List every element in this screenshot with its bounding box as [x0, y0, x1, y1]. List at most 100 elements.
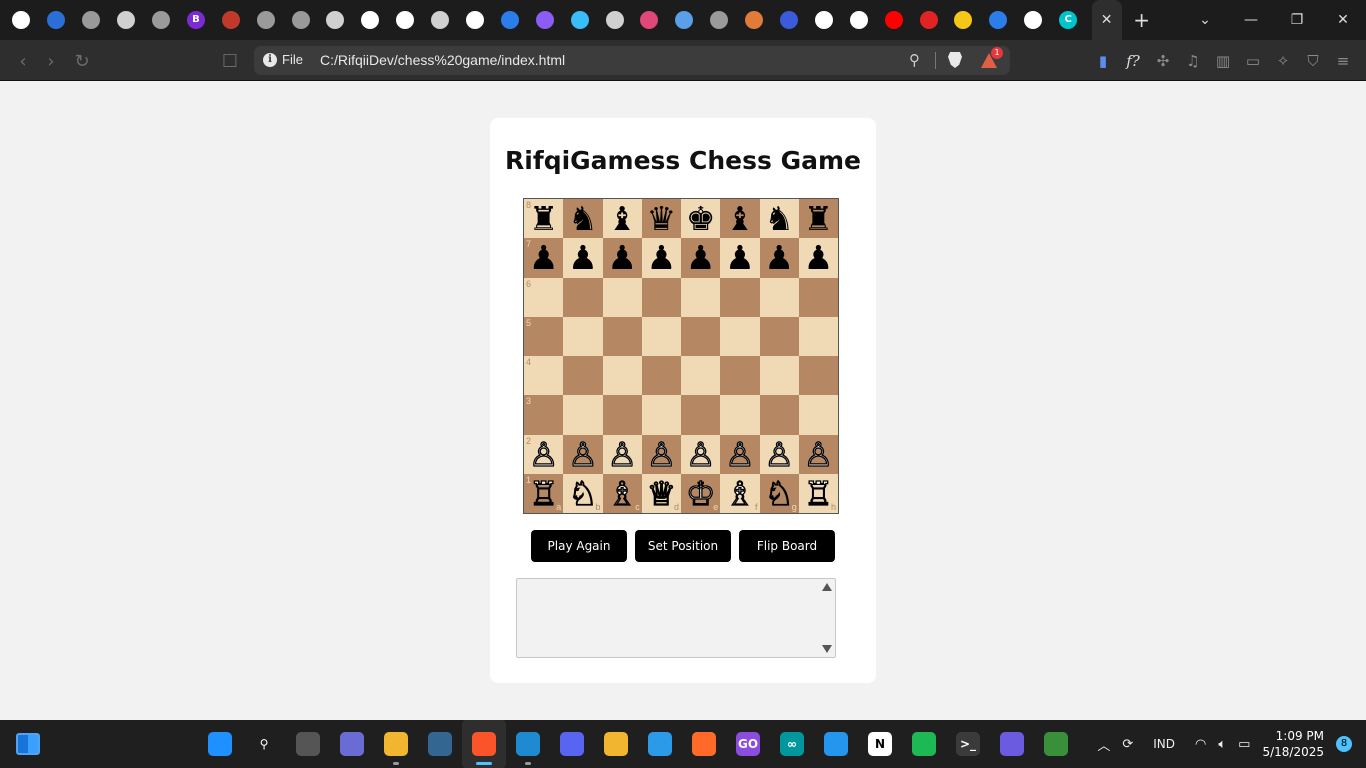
board-square[interactable]: [602, 356, 642, 396]
chess-piece[interactable]: ♟: [647, 241, 677, 274]
chess-piece[interactable]: ♙: [764, 437, 795, 471]
taskbar-app-app-green[interactable]: [1034, 720, 1078, 768]
chess-piece[interactable]: ♔: [685, 476, 716, 510]
board-square[interactable]: [681, 316, 721, 356]
board-square[interactable]: ♞: [563, 199, 603, 239]
board-square[interactable]: ♙: [798, 434, 838, 474]
board-square[interactable]: ♙: [759, 434, 799, 474]
tab[interactable]: [737, 0, 772, 40]
chess-piece[interactable]: ♛: [647, 202, 677, 235]
board-square[interactable]: ♙: [602, 434, 642, 474]
board-square[interactable]: 5: [524, 316, 564, 356]
volume-icon[interactable]: 🔈︎: [1212, 737, 1232, 752]
board-square[interactable]: ♟: [681, 238, 721, 278]
board-square[interactable]: 1 a ♖: [524, 473, 564, 513]
close-window-button[interactable]: ✕: [1320, 0, 1366, 40]
wallet-icon[interactable]: ▭: [1238, 40, 1268, 81]
board-square[interactable]: 6: [524, 277, 564, 317]
tab[interactable]: [772, 0, 807, 40]
sidebar-icon[interactable]: ▥: [1208, 40, 1238, 81]
board-square[interactable]: ♟: [798, 238, 838, 278]
board-square[interactable]: [681, 395, 721, 435]
board-square[interactable]: [563, 356, 603, 396]
board-square[interactable]: [602, 395, 642, 435]
board-square[interactable]: ♟: [759, 238, 799, 278]
board-square[interactable]: [602, 316, 642, 356]
brave-shields-icon[interactable]: [948, 52, 962, 68]
chess-piece[interactable]: ♕: [646, 476, 677, 510]
tab[interactable]: [248, 0, 283, 40]
board-square[interactable]: b ♘: [563, 473, 603, 513]
taskbar-app-start[interactable]: [198, 720, 242, 768]
board-square[interactable]: [641, 356, 681, 396]
chess-piece[interactable]: ♝: [725, 202, 755, 235]
taskbar-app-notes[interactable]: [990, 720, 1034, 768]
tab[interactable]: [213, 0, 248, 40]
board-square[interactable]: g ♘: [759, 473, 799, 513]
chess-piece[interactable]: ♘: [567, 476, 598, 510]
chess-piece[interactable]: ♟: [764, 241, 794, 274]
board-square[interactable]: ♟: [720, 238, 760, 278]
chess-piece[interactable]: ♟: [529, 241, 559, 274]
tab[interactable]: [4, 0, 39, 40]
board-square[interactable]: [563, 277, 603, 317]
board-square[interactable]: [641, 395, 681, 435]
tab[interactable]: [318, 0, 353, 40]
tab[interactable]: [1016, 0, 1051, 40]
chess-piece[interactable]: ♜: [529, 202, 559, 235]
chess-piece[interactable]: ♙: [646, 437, 677, 471]
tab[interactable]: [144, 0, 179, 40]
extension-icon[interactable]: ▮: [1088, 40, 1118, 81]
tab[interactable]: [632, 0, 667, 40]
board-square[interactable]: [798, 316, 838, 356]
taskbar-app-brave[interactable]: [462, 720, 506, 768]
chess-piece[interactable]: ♘: [764, 476, 795, 510]
chess-piece[interactable]: ♟: [725, 241, 755, 274]
chess-piece[interactable]: ♟: [804, 241, 834, 274]
chess-piece[interactable]: ♗: [607, 476, 638, 510]
board-square[interactable]: h ♖: [798, 473, 838, 513]
chess-piece[interactable]: ♞: [764, 202, 794, 235]
board-square[interactable]: [720, 395, 760, 435]
tab[interactable]: [911, 0, 946, 40]
taskbar-app-file-explorer[interactable]: [374, 720, 418, 768]
formula-icon[interactable]: f?: [1118, 40, 1148, 81]
taskbar-app-docker[interactable]: [814, 720, 858, 768]
url-text[interactable]: C:/RifqiiDev/chess%20game/index.html: [320, 52, 565, 68]
taskbar-app-goland[interactable]: GO: [726, 720, 770, 768]
board-square[interactable]: [681, 356, 721, 396]
music-icon[interactable]: ♫: [1178, 40, 1208, 81]
move-history-textarea[interactable]: [516, 578, 836, 658]
tab[interactable]: [806, 0, 841, 40]
chess-piece[interactable]: ♖: [528, 476, 559, 510]
board-square[interactable]: [681, 277, 721, 317]
board-square[interactable]: ♛: [641, 199, 681, 239]
board-square[interactable]: [602, 277, 642, 317]
input-language[interactable]: IND: [1139, 737, 1189, 751]
board-square[interactable]: [720, 316, 760, 356]
board-square[interactable]: ♟: [641, 238, 681, 278]
chess-piece[interactable]: ♙: [685, 437, 716, 471]
tab[interactable]: [39, 0, 74, 40]
address-bar[interactable]: i File C:/RifqiiDev/chess%20game/index.h…: [254, 46, 1010, 75]
tab[interactable]: [388, 0, 423, 40]
chess-piece[interactable]: ♜: [804, 202, 834, 235]
board-square[interactable]: ♙: [720, 434, 760, 474]
chess-piece[interactable]: ♖: [803, 476, 834, 510]
chess-piece[interactable]: ♚: [686, 202, 716, 235]
board-square[interactable]: ♟: [602, 238, 642, 278]
board-square[interactable]: e ♔: [681, 473, 721, 513]
new-tab-button[interactable]: +: [1122, 0, 1162, 40]
tab[interactable]: [458, 0, 493, 40]
taskbar-app-app-orange[interactable]: [682, 720, 726, 768]
taskbar-app-app-yellow[interactable]: [594, 720, 638, 768]
board-square[interactable]: ♚: [681, 199, 721, 239]
menu-icon[interactable]: ≡: [1328, 40, 1358, 81]
chess-piece[interactable]: ♙: [724, 437, 755, 471]
active-tab[interactable]: ✕: [1091, 0, 1122, 40]
board-square[interactable]: f ♗: [720, 473, 760, 513]
board-square[interactable]: [798, 277, 838, 317]
taskbar-app-vscode[interactable]: [506, 720, 550, 768]
tab[interactable]: [109, 0, 144, 40]
board-square[interactable]: [720, 356, 760, 396]
